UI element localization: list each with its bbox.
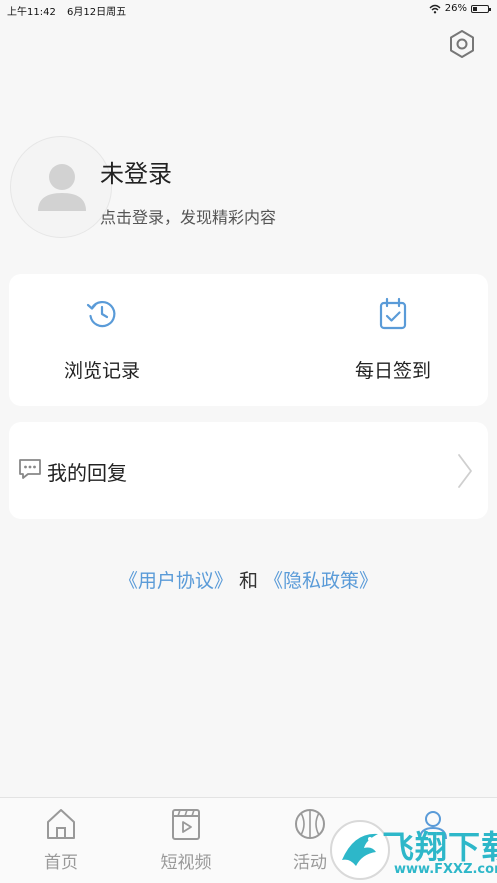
watermark-logo	[330, 820, 390, 880]
history-clock-icon	[86, 301, 116, 328]
tab-home-label: 首页	[44, 853, 78, 873]
status-bar: 上午11:42 6月12日周五 26%	[0, 0, 497, 20]
login-prompt[interactable]: 点击登录，发现精彩内容	[100, 204, 276, 228]
status-date: 6月12日周五	[67, 7, 127, 18]
agreement-links: 《用户协议》 和 《隐私政策》	[0, 566, 497, 593]
tab-short-video-label: 短视频	[160, 853, 212, 873]
privacy-policy-link[interactable]: 《隐私政策》	[264, 570, 378, 592]
watermark-url: www.FXXZ.com	[394, 862, 497, 877]
browse-history-label: 浏览记录	[63, 360, 140, 382]
tab-home[interactable]: 首页	[6, 798, 116, 883]
quick-actions-card: 浏览记录 每日签到	[9, 274, 488, 406]
daily-checkin-label: 每日签到	[354, 360, 431, 382]
profile-header[interactable]: 未登录 点击登录，发现精彩内容	[10, 136, 430, 240]
battery-icon	[471, 4, 491, 13]
chat-bubble-icon	[19, 459, 41, 479]
wifi-icon	[429, 4, 441, 13]
login-status[interactable]: 未登录	[100, 154, 172, 189]
daily-checkin-button[interactable]: 每日签到	[313, 274, 473, 406]
calendar-check-icon	[379, 297, 407, 330]
watermark: 飞翔下载 www.FXXZ.com	[330, 818, 497, 883]
status-time: 上午11:42	[7, 7, 56, 18]
browse-history-button[interactable]: 浏览记录	[22, 274, 182, 406]
video-play-icon	[172, 809, 200, 840]
avatar[interactable]	[10, 136, 112, 238]
settings-button[interactable]	[446, 28, 478, 60]
user-agreement-link[interactable]: 《用户协议》	[119, 570, 233, 592]
tab-short-video[interactable]: 短视频	[131, 798, 241, 883]
watermark-bird-icon	[342, 833, 378, 866]
my-replies-row[interactable]: 我的回复	[9, 422, 488, 519]
agreement-and-text: 和	[238, 570, 258, 592]
chevron-right-icon	[458, 454, 472, 488]
my-replies-label: 我的回复	[47, 461, 127, 485]
default-avatar-icon	[38, 164, 86, 211]
battery-percent: 26%	[444, 3, 467, 14]
home-icon	[47, 809, 75, 839]
basketball-icon	[295, 809, 325, 839]
gear-icon	[450, 30, 474, 58]
